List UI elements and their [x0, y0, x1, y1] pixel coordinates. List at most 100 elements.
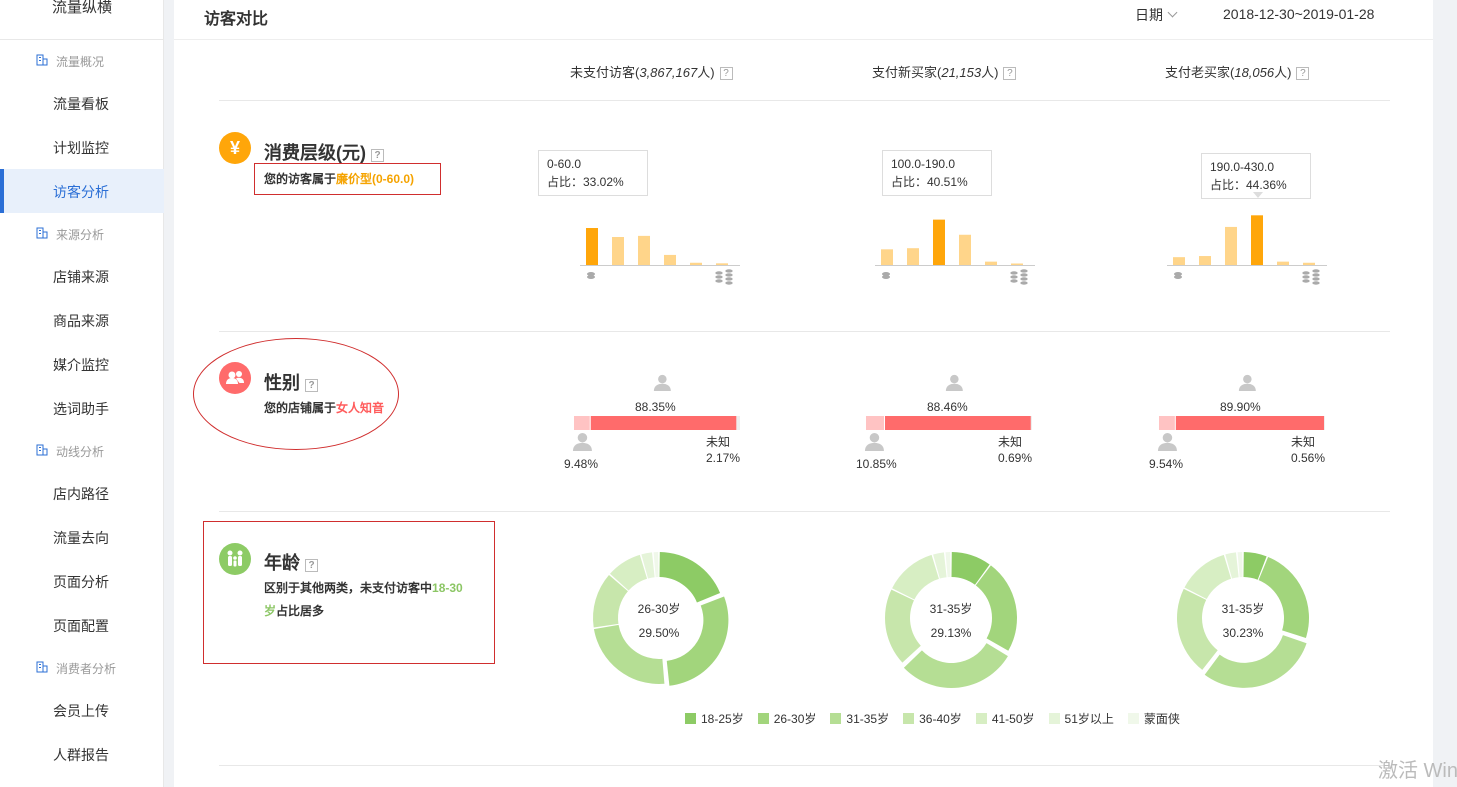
bar[interactable]	[664, 254, 676, 265]
donut-slice[interactable]	[885, 589, 921, 663]
legend-swatch	[757, 713, 769, 724]
bar-highlight[interactable]	[933, 219, 945, 265]
divider	[219, 100, 1390, 101]
donut-slice[interactable]	[892, 554, 939, 600]
legend-item[interactable]: 蒙面侠	[1127, 710, 1180, 727]
bar-segment-female[interactable]	[885, 416, 1031, 430]
donut-slice[interactable]	[653, 552, 659, 578]
date-dropdown[interactable]: 日期	[1135, 5, 1178, 25]
consumption-bar-chart-old-buyer	[1167, 215, 1327, 286]
bar[interactable]	[1225, 226, 1237, 265]
donut-slice[interactable]	[903, 643, 1008, 688]
legend-item[interactable]: 36-40岁	[903, 710, 962, 727]
help-icon[interactable]: ?	[1296, 67, 1310, 80]
sidebar-item-traffic-board[interactable]: 流量看板	[0, 81, 164, 125]
bar-segment-male[interactable]	[1159, 416, 1175, 430]
bar[interactable]	[638, 235, 650, 265]
donut-slice[interactable]	[659, 552, 721, 603]
bar[interactable]	[959, 234, 971, 265]
legend-item[interactable]: 41-50岁	[975, 710, 1035, 727]
sidebar-item-keyword-helper[interactable]: 选词助手	[0, 386, 164, 430]
help-icon[interactable]: ?	[1003, 67, 1017, 80]
help-icon[interactable]: ?	[371, 149, 384, 162]
male-user-icon	[572, 432, 592, 451]
legend-label: 26-30岁	[773, 712, 817, 726]
legend-item[interactable]: 18-25岁	[685, 710, 744, 727]
donut-slice[interactable]	[975, 565, 1017, 651]
bar-segment-male[interactable]	[574, 416, 590, 430]
male-user-icon	[864, 432, 884, 451]
bar[interactable]	[1303, 262, 1315, 265]
legend-item[interactable]: 26-30岁	[757, 710, 817, 727]
building-icon	[36, 54, 48, 66]
sidebar-item-visitor-analysis[interactable]: 访客分析	[0, 169, 164, 213]
donut-slice[interactable]	[1237, 552, 1243, 578]
female-user-icon	[1238, 374, 1256, 391]
sidebar-group-flow: 动线分析	[0, 430, 164, 470]
building-icon	[36, 661, 48, 673]
column-header-unpaid: 未支付访客(3,867,167人)?	[570, 62, 733, 81]
sidebar-item-shop-source[interactable]: 店铺来源	[0, 254, 164, 298]
bar-segment-male[interactable]	[866, 416, 885, 430]
bar-segment-unknown[interactable]	[736, 416, 740, 430]
bar-segment-female[interactable]	[590, 416, 737, 430]
unknown-percent: 2.17%	[706, 451, 741, 465]
bar[interactable]	[881, 249, 893, 265]
gender-column-new-buyer: 88.46% 10.85% 未知 0.69%	[856, 374, 1056, 474]
sidebar-item-media-monitor[interactable]: 媒介监控	[0, 342, 164, 386]
donut-slice[interactable]	[1184, 554, 1232, 600]
bar-highlight[interactable]	[1251, 215, 1263, 265]
bar[interactable]	[1199, 256, 1211, 265]
donut-center-label: 31-35岁	[930, 601, 973, 616]
age-donut-unpaid: 26-30岁 29.50%	[593, 552, 729, 686]
legend-swatch	[903, 713, 915, 724]
coin-few-icon	[587, 272, 595, 279]
sidebar-item-plan-monitor[interactable]: 计划监控	[0, 125, 164, 169]
bar-segment-unknown[interactable]	[1030, 416, 1032, 430]
bar-highlight[interactable]	[586, 228, 598, 265]
donut-slice[interactable]	[1177, 588, 1218, 670]
sidebar-top-item[interactable]: 流量纵横	[0, 0, 164, 40]
donut-slice[interactable]	[1258, 556, 1309, 638]
legend-swatch	[1127, 713, 1139, 724]
unknown-label: 未知	[998, 435, 1023, 449]
coin-many-icon	[1301, 268, 1321, 286]
sidebar-group-traffic: 流量概况	[0, 40, 164, 80]
sidebar-item-traffic-destination[interactable]: 流量去向	[0, 515, 164, 559]
chevron-down-icon	[1167, 7, 1178, 18]
column-header-old-buyer: 支付老买家(18,056人)?	[1165, 62, 1310, 81]
sidebar-item-store-path[interactable]: 店内路径	[0, 471, 164, 515]
donut-slice[interactable]	[945, 552, 951, 578]
gender-column-old-buyer: 89.90% 9.54% 未知 0.56%	[1149, 374, 1349, 474]
bar[interactable]	[1277, 261, 1289, 265]
legend-item[interactable]: 51岁以上	[1048, 710, 1114, 727]
bar[interactable]	[690, 262, 702, 265]
bar-segment-unknown[interactable]	[1324, 416, 1325, 430]
bar[interactable]	[1173, 257, 1185, 265]
donut-center-value: 29.50%	[639, 626, 680, 640]
bar[interactable]	[1011, 263, 1023, 266]
male-percent: 9.54%	[1149, 457, 1184, 471]
consumption-bar-chart-new-buyer	[875, 219, 1035, 286]
age-legend: 18-25岁 26-30岁 31-35岁 36-40岁 41-50岁 51岁以上 蒙面侠	[685, 710, 1194, 727]
bar[interactable]	[612, 237, 624, 265]
sidebar-item-member-upload[interactable]: 会员上传	[0, 688, 164, 732]
donut-center-value: 30.23%	[1223, 626, 1264, 640]
sidebar-item-page-config[interactable]: 页面配置	[0, 603, 164, 647]
sidebar-item-crowd-report[interactable]: 人群报告	[0, 732, 164, 776]
gender-stacked-bar	[574, 416, 740, 430]
sidebar-item-page-analysis[interactable]: 页面分析	[0, 559, 164, 603]
bar[interactable]	[716, 263, 728, 265]
legend-item[interactable]: 31-35岁	[830, 710, 889, 727]
bar-segment-female[interactable]	[1175, 416, 1325, 430]
building-icon	[36, 444, 48, 456]
donut-slice[interactable]	[1204, 635, 1307, 688]
legend-swatch	[830, 713, 842, 724]
female-user-icon	[653, 374, 671, 391]
donut-center-label: 26-30岁	[638, 601, 681, 616]
help-icon[interactable]: ?	[719, 67, 733, 80]
bar[interactable]	[907, 248, 919, 265]
bar[interactable]	[985, 261, 997, 265]
sidebar-item-product-source[interactable]: 商品来源	[0, 298, 164, 342]
tooltip: 100.0-190.0 占比：40.51%	[882, 150, 992, 196]
